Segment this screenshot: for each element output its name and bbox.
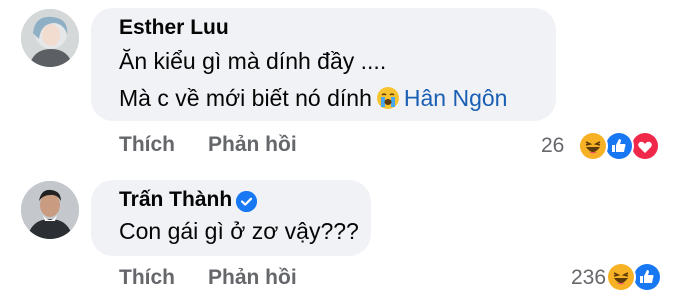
comment-text-line: Con gái gì ở zơ vậy???: [119, 218, 359, 244]
crying-face-icon: [376, 86, 400, 110]
reaction-count[interactable]: 236: [571, 266, 606, 290]
like-icon[interactable]: [632, 262, 662, 292]
haha-icon[interactable]: [606, 262, 636, 292]
verified-badge-icon: [236, 191, 257, 212]
comment-author[interactable]: Esther Luu: [119, 16, 229, 40]
reaction-count[interactable]: 26: [541, 134, 564, 158]
comment-text-line: Ăn kiểu gì mà dính đầy ....: [119, 48, 387, 74]
haha-icon[interactable]: [578, 131, 608, 161]
reply-button[interactable]: Phản hồi: [208, 133, 297, 157]
comment-author[interactable]: Trấn Thành: [119, 188, 232, 212]
reply-button[interactable]: Phản hồi: [208, 266, 297, 290]
avatar[interactable]: [21, 181, 79, 239]
comment-text-segment: Mà c về mới biết nó dính: [119, 85, 372, 111]
like-button[interactable]: Thích: [119, 133, 175, 157]
avatar[interactable]: [21, 9, 79, 67]
like-button[interactable]: Thích: [119, 266, 175, 290]
like-icon[interactable]: [604, 131, 634, 161]
love-icon[interactable]: [630, 131, 660, 161]
mention-link[interactable]: Hân Ngôn: [404, 85, 508, 111]
comment-text-line: Mà c về mới biết nó dính Hân Ngôn: [119, 85, 507, 112]
